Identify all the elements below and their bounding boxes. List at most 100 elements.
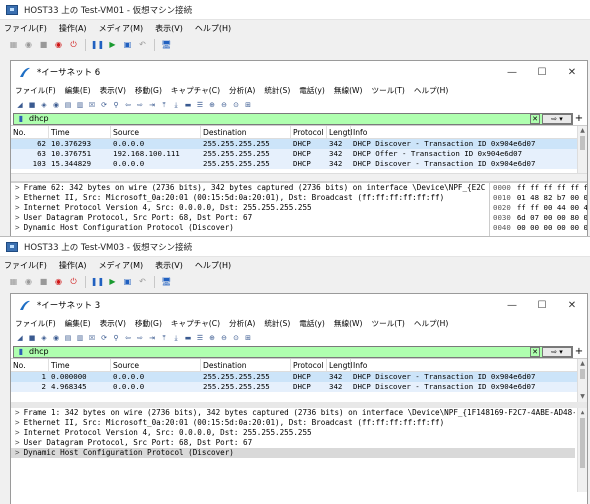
reload-icon[interactable]: ⟳: [99, 333, 109, 343]
last-packet-icon[interactable]: ⤓: [171, 100, 181, 110]
back-icon[interactable]: ⇦: [123, 100, 133, 110]
hex-row[interactable]: 0040 00 00 00 00 00 00: [490, 223, 587, 233]
autoscroll-icon[interactable]: ▬: [183, 333, 193, 343]
colorize-icon[interactable]: ☰: [195, 333, 205, 343]
find-packet-icon[interactable]: ⚲: [111, 100, 121, 110]
open-file-icon[interactable]: ▤: [63, 100, 73, 110]
maximize-icon[interactable]: ☐: [527, 294, 557, 316]
clear-filter-icon[interactable]: ✕: [530, 346, 540, 357]
menu-analyze[interactable]: 分析(A): [229, 85, 255, 96]
vm-menu-help[interactable]: ヘルプ(H): [195, 23, 231, 34]
ctrl-alt-del-icon[interactable]: ▦: [8, 40, 19, 51]
close-file-icon[interactable]: ☒: [87, 100, 97, 110]
autoscroll-icon[interactable]: ▬: [183, 100, 193, 110]
hex-row[interactable]: 0000 ff ff ff ff ff ff: [490, 183, 587, 193]
maximize-icon[interactable]: ☐: [527, 61, 557, 83]
detail-udp[interactable]: > User Datagram Protocol, Src Port: 68, D…: [11, 213, 489, 223]
detail-udp[interactable]: > User Datagram Protocol, Src Port: 68, D…: [11, 438, 575, 448]
minimize-icon[interactable]: —: [497, 294, 527, 316]
resize-columns-icon[interactable]: ⊞: [243, 333, 253, 343]
capture-options-icon[interactable]: ◉: [51, 333, 61, 343]
first-packet-icon[interactable]: ⤒: [159, 100, 169, 110]
display-filter-input[interactable]: ▮ dhcp ✕ ⇨ ▾: [13, 112, 573, 125]
checkpoint-icon[interactable]: ▣: [122, 40, 133, 51]
packet-row[interactable]: 1 0.000000 0.0.0.0 255.255.255.255 DHCP …: [11, 372, 587, 382]
close-icon[interactable]: ✕: [557, 61, 587, 83]
vm-menu-media[interactable]: メディア(M): [99, 260, 144, 271]
menu-file[interactable]: ファイル(F): [15, 85, 56, 96]
add-filter-button-icon[interactable]: +: [573, 113, 585, 124]
zoom-out-icon[interactable]: ⊖: [219, 100, 229, 110]
last-packet-icon[interactable]: ⤓: [171, 333, 181, 343]
pause-icon[interactable]: ❚❚: [91, 40, 104, 51]
scroll-thumb[interactable]: [580, 369, 585, 379]
start-icon[interactable]: ◉: [23, 277, 34, 288]
normal-size-icon[interactable]: ⊙: [231, 333, 241, 343]
menu-capture[interactable]: キャプチャ(C): [171, 85, 220, 96]
clear-filter-icon[interactable]: ✕: [530, 113, 540, 124]
vm-menu-action[interactable]: 操作(A): [59, 260, 87, 271]
open-file-icon[interactable]: ▤: [63, 333, 73, 343]
detail-ethernet[interactable]: > Ethernet II, Src: Microsoft_0a:20:01 (0…: [11, 193, 489, 203]
expand-chevron-icon[interactable]: >: [15, 193, 20, 202]
packet-row[interactable]: 62 10.376293 0.0.0.0 255.255.255.255 DHC…: [11, 139, 587, 149]
menu-capture[interactable]: キャプチャ(C): [171, 318, 220, 329]
menu-edit[interactable]: 編集(E): [65, 318, 91, 329]
menu-analyze[interactable]: 分析(A): [229, 318, 255, 329]
turn-off-icon[interactable]: ■: [38, 277, 49, 288]
pause-icon[interactable]: ❚❚: [91, 277, 104, 288]
menu-statistics[interactable]: 統計(S): [264, 318, 290, 329]
bookmark-icon[interactable]: ▮: [16, 114, 26, 124]
col-no[interactable]: No.: [11, 126, 49, 138]
vm-menu-file[interactable]: ファイル(F): [4, 260, 47, 271]
detail-ipv4[interactable]: > Internet Protocol Version 4, Src: 0.0.0…: [11, 428, 575, 438]
minimize-icon[interactable]: —: [497, 61, 527, 83]
zoom-out-icon[interactable]: ⊖: [219, 333, 229, 343]
detail-dhcp[interactable]: > Dynamic Host Configuration Protocol (Di…: [11, 223, 489, 233]
back-icon[interactable]: ⇦: [123, 333, 133, 343]
col-protocol[interactable]: Protocol: [291, 359, 327, 371]
detail-ethernet[interactable]: > Ethernet II, Src: Microsoft_0a:20:01 (0…: [11, 418, 575, 428]
restart-capture-icon[interactable]: ◈: [39, 333, 49, 343]
expand-chevron-icon[interactable]: >: [15, 408, 20, 417]
menu-telephony[interactable]: 電話(y): [299, 318, 325, 329]
zoom-in-icon[interactable]: ⊕: [207, 100, 217, 110]
vm-menu-help[interactable]: ヘルプ(H): [195, 260, 231, 271]
scroll-thumb[interactable]: [580, 418, 585, 468]
col-length[interactable]: Lengtl: [327, 359, 353, 371]
expand-chevron-icon[interactable]: >: [15, 213, 20, 222]
scroll-up-icon[interactable]: ▲: [578, 126, 587, 136]
ctrl-alt-del-icon[interactable]: ▦: [8, 277, 19, 288]
scroll-up-icon[interactable]: ▲: [578, 408, 587, 418]
resume-icon[interactable]: ▶: [107, 277, 118, 288]
menu-wireless[interactable]: 無線(W): [334, 85, 363, 96]
bookmark-icon[interactable]: ▮: [16, 347, 26, 357]
expand-chevron-icon[interactable]: >: [15, 183, 20, 192]
col-time[interactable]: Time: [49, 359, 111, 371]
find-packet-icon[interactable]: ⚲: [111, 333, 121, 343]
menu-tools[interactable]: ツール(T): [372, 85, 405, 96]
col-destination[interactable]: Destination: [201, 126, 291, 138]
col-time[interactable]: Time: [49, 126, 111, 138]
vm-menu-view[interactable]: 表示(V): [155, 260, 183, 271]
hex-row[interactable]: 0030 6d 07 00 00 80 00: [490, 213, 587, 223]
col-no[interactable]: No.: [11, 359, 49, 371]
resize-columns-icon[interactable]: ⊞: [243, 100, 253, 110]
menu-statistics[interactable]: 統計(S): [264, 85, 290, 96]
packet-row[interactable]: 63 10.376751 192.168.100.111 255.255.255…: [11, 149, 587, 159]
power-icon[interactable]: ⏻: [68, 277, 79, 288]
menu-help[interactable]: ヘルプ(H): [414, 318, 448, 329]
expand-chevron-icon[interactable]: >: [15, 428, 20, 437]
start-capture-icon[interactable]: ◢: [15, 333, 25, 343]
first-packet-icon[interactable]: ⤒: [159, 333, 169, 343]
detail-frame[interactable]: > Frame 1: 342 bytes on wire (2736 bits),…: [11, 408, 575, 418]
apply-filter-icon[interactable]: ⇨ ▾: [542, 346, 572, 357]
start-icon[interactable]: ◉: [23, 40, 34, 51]
save-file-icon[interactable]: ▥: [75, 100, 85, 110]
power-icon[interactable]: ⏻: [68, 40, 79, 51]
normal-size-icon[interactable]: ⊙: [231, 100, 241, 110]
enhanced-session-icon[interactable]: 🖥: [161, 40, 172, 51]
turn-off-icon[interactable]: ■: [38, 40, 49, 51]
save-file-icon[interactable]: ▥: [75, 333, 85, 343]
close-icon[interactable]: ✕: [557, 294, 587, 316]
